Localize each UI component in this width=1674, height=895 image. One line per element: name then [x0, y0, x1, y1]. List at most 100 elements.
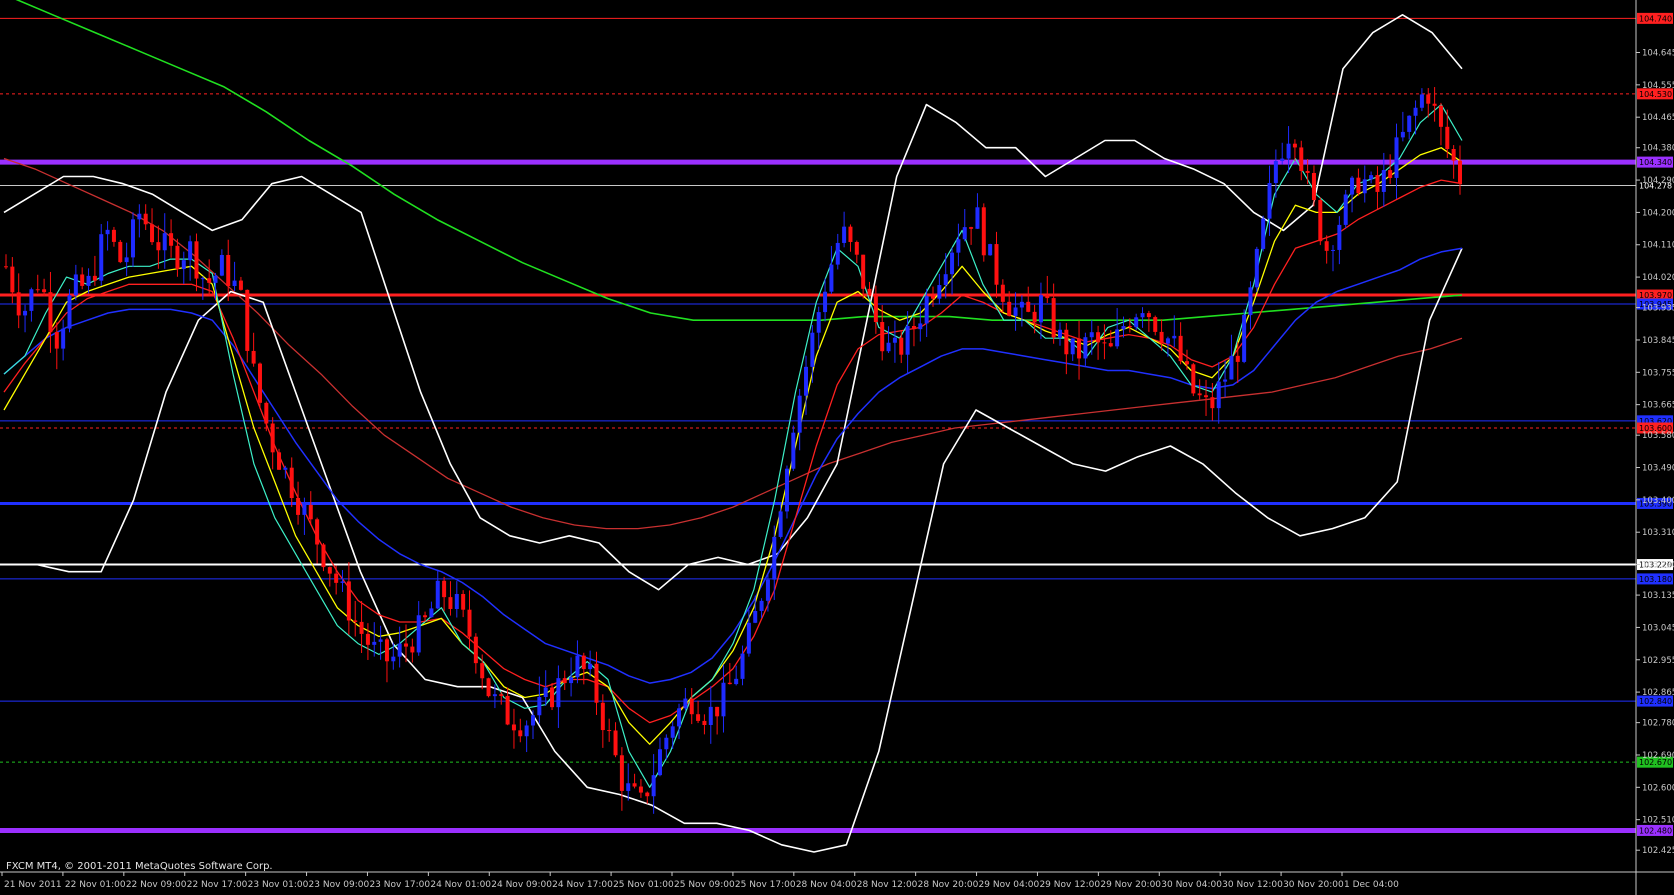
candle — [530, 710, 535, 739]
candle — [975, 193, 980, 229]
candle — [981, 203, 986, 262]
candle — [54, 322, 59, 370]
price-tick-label: 104.465 — [1642, 113, 1674, 123]
candle — [721, 664, 726, 733]
price-tick-label: 104.380 — [1642, 144, 1674, 154]
candle — [810, 324, 815, 383]
candle — [1350, 175, 1355, 213]
candle — [670, 721, 675, 750]
candle — [1178, 322, 1183, 365]
candle — [829, 245, 834, 295]
time-tick-label: 24 Nov 17:00 — [552, 880, 613, 890]
candle — [346, 562, 351, 635]
candle — [715, 706, 720, 735]
candle — [1146, 310, 1151, 332]
candle — [638, 779, 643, 798]
candle — [1204, 379, 1209, 416]
candle — [1388, 154, 1393, 184]
candle — [1051, 283, 1056, 344]
price-tick-label: 104.020 — [1642, 273, 1674, 283]
candle — [969, 226, 974, 245]
candle — [734, 665, 739, 686]
candle — [251, 332, 256, 367]
price-tick-label: 102.510 — [1642, 816, 1674, 826]
candle — [835, 233, 840, 270]
candle — [683, 687, 688, 711]
candle — [1362, 165, 1367, 203]
candle — [645, 791, 650, 804]
price-tick-label: 102.865 — [1642, 688, 1674, 698]
candle — [353, 600, 358, 637]
candle — [448, 581, 453, 616]
candle — [365, 623, 370, 660]
time-tick-label: 30 Nov 20:00 — [1283, 880, 1344, 890]
candle — [778, 503, 783, 539]
candle — [270, 417, 275, 470]
time-tick-label: 28 Nov 04:00 — [796, 880, 857, 890]
candle — [416, 601, 421, 656]
price-chart[interactable]: 104.740104.530104.340104.278103.970103.9… — [0, 0, 1674, 895]
candle — [410, 638, 415, 663]
price-tick-label: 102.425 — [1642, 846, 1674, 856]
candle — [289, 457, 294, 507]
copyright-text: FXCM MT4, © 2001-2011 MetaQuotes Softwar… — [6, 861, 273, 872]
candle — [696, 700, 701, 724]
candle — [1089, 320, 1094, 355]
price-tag-label: 104.740 — [1639, 14, 1672, 23]
candle — [1292, 139, 1297, 161]
chart-window[interactable]: 104.740 104.530 104.340 104.278 103.970 103.9… — [0, 0, 1674, 895]
candle — [765, 574, 770, 612]
candle — [29, 287, 34, 322]
price-tick-label: 104.200 — [1642, 208, 1674, 218]
price-tag-label: 104.340 — [1639, 158, 1672, 167]
candle — [956, 223, 961, 267]
candle — [473, 633, 478, 674]
candle — [118, 239, 123, 264]
price-tick-label: 103.580 — [1642, 431, 1674, 441]
price-tick-label: 102.690 — [1642, 751, 1674, 761]
candle — [4, 254, 8, 270]
time-tick-label: 23 Nov 09:00 — [309, 880, 370, 890]
candle — [1229, 334, 1234, 380]
price-tag: 102.480 — [1637, 824, 1673, 836]
time-tick-label: 25 Nov 17:00 — [735, 880, 796, 890]
candle — [188, 235, 193, 281]
candle — [1356, 168, 1361, 196]
time-tick-label: 28 Nov 12:00 — [857, 880, 918, 890]
candle — [550, 683, 555, 711]
candle — [854, 240, 859, 264]
candle — [334, 565, 339, 595]
candle — [219, 249, 224, 277]
ema-fast-line — [3, 104, 1463, 788]
candle — [727, 663, 732, 685]
candle — [988, 243, 993, 256]
candle — [937, 273, 942, 304]
time-tick-label: 22 Nov 17:00 — [187, 880, 248, 890]
candle — [848, 224, 853, 252]
candle — [1254, 246, 1259, 292]
candle — [181, 251, 186, 284]
candle — [556, 665, 561, 728]
price-tick-label: 103.845 — [1642, 336, 1674, 346]
candle — [315, 517, 320, 564]
candle — [454, 581, 459, 618]
candle — [245, 289, 250, 363]
candle — [708, 686, 713, 744]
time-tick-label: 23 Nov 17:00 — [369, 880, 430, 890]
time-tick-label: 25 Nov 01:00 — [613, 880, 674, 890]
time-tick-label: 30 Nov 12:00 — [1222, 880, 1283, 890]
candle — [905, 311, 910, 374]
candle — [1458, 145, 1462, 195]
candle — [1375, 166, 1380, 210]
price-tag-label: 102.840 — [1639, 697, 1672, 706]
price-tick-label: 103.490 — [1642, 464, 1674, 474]
candle — [442, 576, 447, 612]
price-axis: 104.645 104.555 104.465 104.380 104.290 104.2… — [1635, 0, 1674, 895]
candle — [962, 209, 967, 242]
candle — [511, 708, 516, 749]
time-tick-label: 22 Nov 09:00 — [126, 880, 187, 890]
price-tag: 104.740 — [1637, 12, 1673, 24]
candle — [702, 714, 707, 735]
candle — [861, 254, 866, 299]
candle — [143, 204, 148, 230]
